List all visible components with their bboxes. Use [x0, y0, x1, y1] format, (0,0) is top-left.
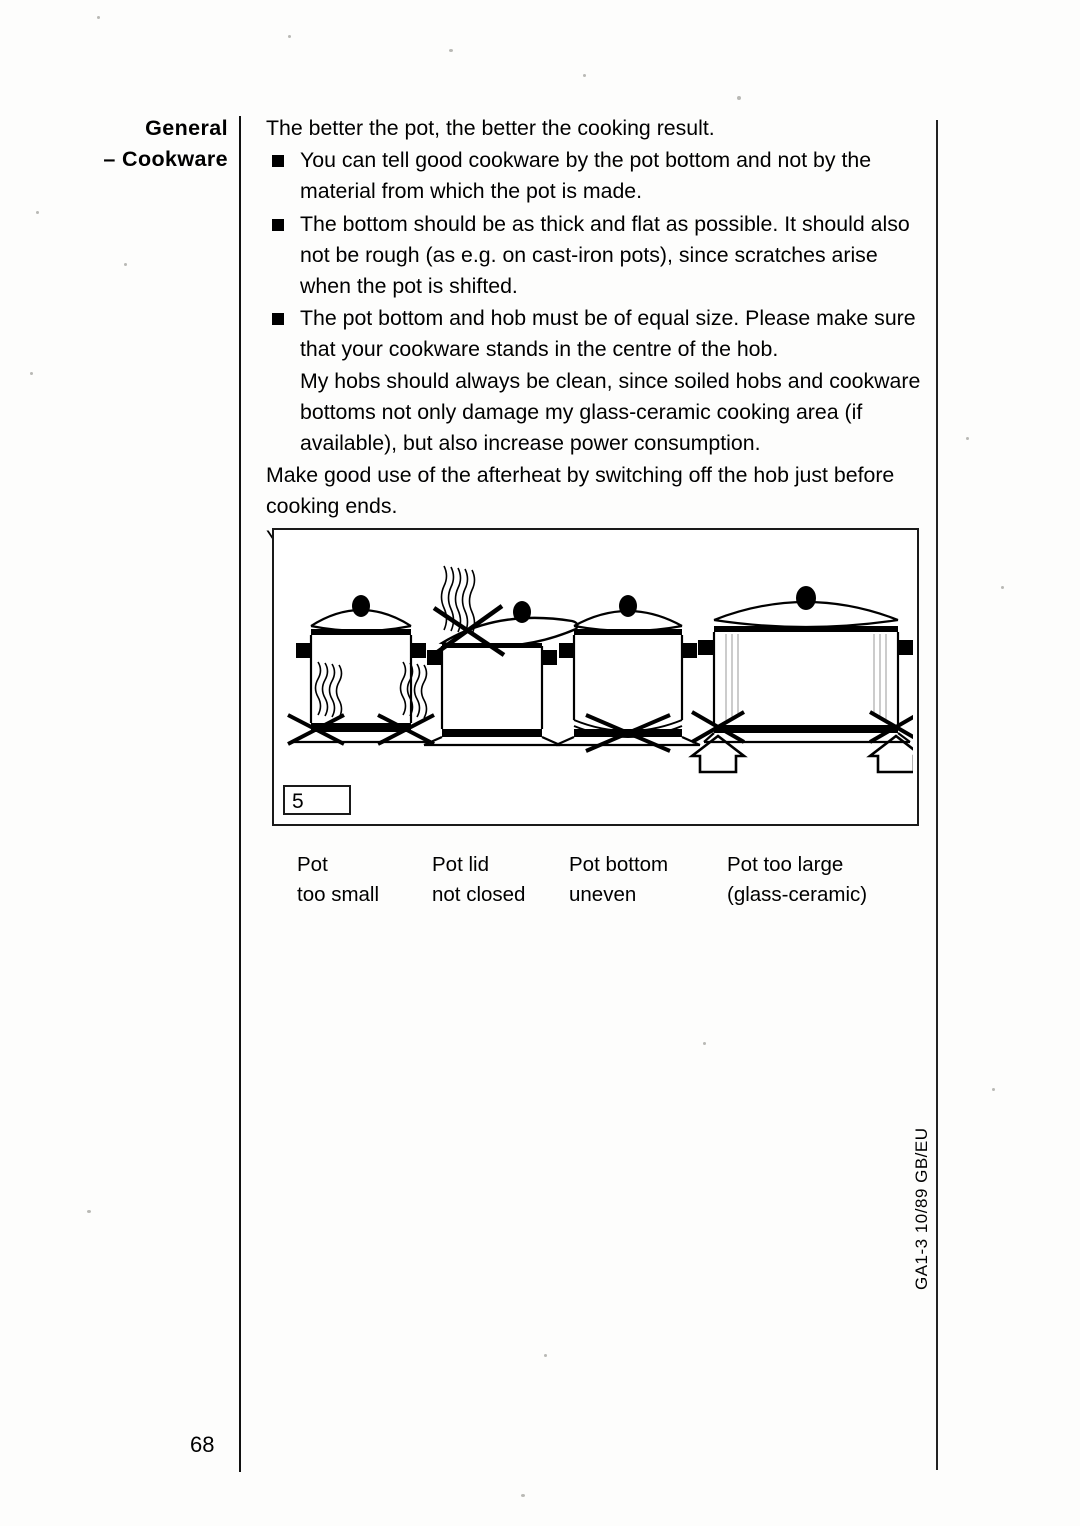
- pot-body: [440, 646, 544, 729]
- column-divider-rule: [239, 116, 241, 1472]
- bullet-list-item: The pot bottom and hob must be of equal …: [266, 303, 926, 365]
- scan-speck: [992, 1088, 995, 1091]
- scan-speck: [544, 1354, 547, 1357]
- lid-knob: [619, 595, 637, 617]
- pot-handle: [296, 643, 312, 658]
- pot-handle: [681, 643, 697, 658]
- section-heading-line2: – Cookware: [103, 147, 228, 171]
- document-revision-code: GA1-3 10/89 GB/EU: [912, 1127, 931, 1290]
- section-heading: General – Cookware: [40, 113, 228, 175]
- lid-knob: [796, 586, 816, 610]
- figure-number: 5: [283, 785, 351, 815]
- continuation-paragraph: My hobs should always be clean, since so…: [300, 368, 921, 456]
- cookware-illustration: [287, 565, 913, 774]
- scan-speck: [87, 1210, 91, 1213]
- bullet-text: The pot bottom and hob must be of equal …: [300, 306, 916, 362]
- lead-paragraph: The better the pot, the better the cooki…: [266, 116, 715, 140]
- cross-mark-icon: [430, 604, 506, 658]
- scan-speck: [30, 372, 33, 375]
- pot-handle: [559, 643, 575, 658]
- pot-handle: [897, 640, 913, 655]
- pot-body: [712, 632, 900, 725]
- pot-base: [714, 725, 898, 733]
- pot-handle: [410, 643, 426, 658]
- pot-body: [572, 635, 684, 720]
- scan-speck: [36, 211, 39, 214]
- caption-pot-lid-not-closed: Pot lid not closed: [432, 853, 526, 906]
- scan-speck: [288, 35, 291, 38]
- square-bullet-icon: [272, 218, 284, 231]
- document-page: General – Cookware The better the pot, t…: [0, 0, 1080, 1526]
- pot-handle: [698, 640, 715, 655]
- scan-speck: [737, 96, 741, 100]
- pot-too-small: [287, 595, 435, 746]
- bullet-list-item: The bottom should be as thick and flat a…: [266, 209, 926, 303]
- body-text: The better the pot, the better the cooki…: [266, 113, 926, 554]
- pot-handle: [541, 650, 557, 665]
- pot-bottom-uneven: [555, 595, 701, 753]
- section-heading-line1: General: [145, 116, 228, 140]
- scan-speck: [1001, 586, 1004, 589]
- heat-wave-icon: [399, 661, 428, 719]
- pot-lid-not-closed: [423, 565, 579, 747]
- heat-wave-icon: [314, 661, 343, 719]
- page-number: 68: [190, 1432, 215, 1457]
- scan-speck: [703, 1042, 706, 1045]
- square-bullet-icon: [272, 155, 284, 168]
- square-bullet-icon: [272, 313, 284, 326]
- afterheat-paragraph: Make good use of the afterheat by switch…: [266, 463, 895, 519]
- scan-speck: [449, 49, 453, 52]
- caption-pot-too-large: Pot too large (glass-ceramic): [727, 853, 868, 906]
- lid-knob: [513, 601, 531, 623]
- scan-speck: [124, 263, 127, 266]
- bullet-text: You can tell good cookware by the pot bo…: [300, 148, 872, 204]
- right-margin-rule: [936, 120, 938, 1470]
- pot-base: [442, 729, 542, 737]
- scan-speck: [583, 74, 586, 77]
- scan-speck: [966, 437, 969, 440]
- bullet-text: The bottom should be as thick and flat a…: [300, 211, 910, 299]
- bullet-list-item: You can tell good cookware by the pot bo…: [266, 145, 926, 207]
- figure-box: 5: [272, 528, 919, 826]
- scan-speck: [521, 1494, 525, 1497]
- lid-knob: [352, 595, 370, 617]
- caption-pot-bottom-uneven: Pot bottom uneven: [569, 853, 669, 906]
- pot-too-large: [688, 586, 913, 774]
- scan-speck: [97, 16, 100, 19]
- caption-pot-too-small: Pot too small: [297, 853, 380, 906]
